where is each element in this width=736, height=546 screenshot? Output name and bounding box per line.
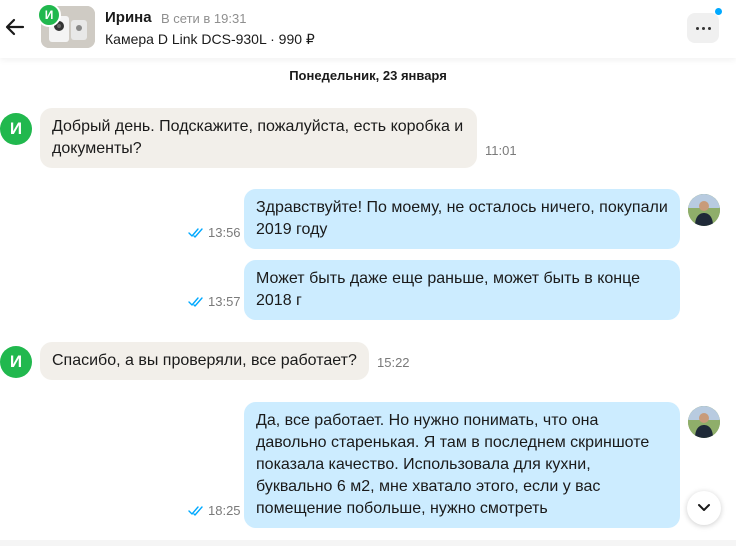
seller-avatar-badge: И: [37, 3, 61, 27]
back-arrow-icon[interactable]: [4, 16, 26, 38]
message-meta: 18:25: [188, 503, 241, 518]
product-title[interactable]: Камера D Link DCS-930L · 990 ₽: [105, 31, 315, 48]
double-check-icon: [188, 505, 203, 516]
outgoing-message: Может быть даже еще раньше, может быть в…: [244, 260, 680, 320]
incoming-message: Спасибо, а вы проверяли, все работает?: [40, 342, 369, 380]
notification-dot: [715, 8, 722, 15]
input-area-edge: [0, 540, 736, 546]
double-check-icon: [188, 296, 203, 307]
double-check-icon: [188, 227, 203, 238]
message-meta: 13:56: [188, 225, 241, 240]
message-text: Да, все работает. Но нужно понимать, что…: [256, 412, 650, 517]
message-time: 13:56: [208, 225, 241, 240]
message-text: Может быть даже еще раньше, может быть в…: [256, 270, 641, 309]
incoming-message: Добрый день. Подскажите, пожалуйста, ест…: [40, 108, 477, 168]
message-time: 13:57: [208, 294, 241, 309]
message-text: Здравствуйте! По моему, не осталось ниче…: [256, 199, 668, 238]
chat-header: И Ирина В сети в 19:31 Камера D Link DCS…: [0, 0, 736, 58]
more-dots-icon: [695, 26, 711, 30]
scroll-down-button[interactable]: [687, 491, 721, 525]
message-text: Добрый день. Подскажите, пожалуйста, ест…: [52, 118, 464, 157]
chevron-down-icon: [698, 504, 710, 511]
outgoing-message: Да, все работает. Но нужно понимать, что…: [244, 402, 680, 528]
outgoing-message: Здравствуйте! По моему, не осталось ниче…: [244, 189, 680, 249]
sender-avatar[interactable]: И: [0, 346, 32, 378]
sender-avatar[interactable]: И: [0, 113, 32, 145]
my-avatar[interactable]: [688, 194, 720, 226]
message-time: 11:01: [485, 143, 517, 158]
date-separator: Понедельник, 23 января: [289, 68, 447, 83]
message-time: 18:25: [208, 503, 241, 518]
contact-name[interactable]: Ирина: [105, 9, 152, 26]
online-status: В сети в 19:31: [161, 11, 247, 26]
more-options-button[interactable]: [687, 13, 719, 43]
message-text: Спасибо, а вы проверяли, все работает?: [52, 352, 357, 369]
message-time: 15:22: [377, 355, 410, 370]
message-meta: 13:57: [188, 294, 241, 309]
my-avatar[interactable]: [688, 406, 720, 438]
